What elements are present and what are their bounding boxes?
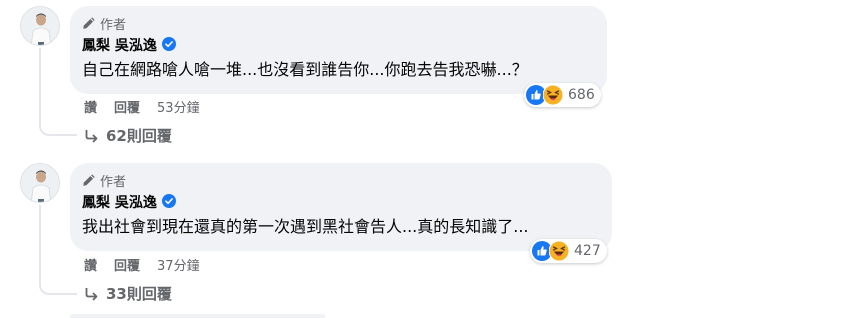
- pencil-icon: [83, 174, 95, 186]
- reaction-summary[interactable]: 686: [524, 83, 601, 107]
- thread-line: [39, 48, 41, 124]
- author-badge: 作者: [82, 14, 595, 33]
- profile-photo-icon: [21, 7, 59, 45]
- author-name[interactable]: 鳳梨 吳泓逸: [82, 35, 157, 55]
- reply-button[interactable]: 回覆: [114, 255, 140, 274]
- verified-badge-icon: [161, 193, 176, 212]
- reaction-summary[interactable]: 427: [530, 239, 607, 263]
- view-replies-button[interactable]: 62則回覆: [84, 125, 172, 146]
- author-name[interactable]: 鳳梨 吳泓逸: [82, 192, 157, 212]
- profile-photo-icon: [21, 164, 59, 202]
- author-badge-label: 作者: [100, 174, 127, 190]
- replies-count-label: 62則回覆: [106, 127, 172, 145]
- thread-line: [39, 205, 41, 283]
- reply-arrow-icon: [85, 287, 98, 301]
- reaction-count: 427: [574, 243, 601, 259]
- reaction-count: 686: [568, 87, 595, 103]
- comment-bubble: 作者 鳳梨 吳泓逸 自己在網路嗆人嗆一堆...也沒看到誰告你...你跑去告我恐嚇…: [70, 6, 607, 94]
- avatar[interactable]: [20, 6, 60, 46]
- next-comment-edge: [70, 314, 325, 318]
- like-button[interactable]: 讚: [84, 255, 97, 274]
- thread-elbow: [39, 124, 77, 136]
- haha-reaction-icon: [548, 240, 570, 262]
- comment-bubble: 作者 鳳梨 吳泓逸 我出社會到現在還真的第一次遇到黑社會告人...真的長知識了.…: [70, 163, 612, 251]
- replies-count-label: 33則回覆: [106, 285, 172, 303]
- timestamp[interactable]: 53分鐘: [157, 97, 200, 116]
- verified-badge-icon: [161, 36, 176, 55]
- author-badge-label: 作者: [100, 17, 127, 33]
- comment-actions: 讚 回覆 53分鐘: [84, 97, 200, 116]
- haha-reaction-icon: [542, 84, 564, 106]
- author-badge: 作者: [82, 171, 600, 190]
- thread-elbow: [39, 283, 77, 295]
- comment-actions: 讚 回覆 37分鐘: [84, 255, 200, 274]
- view-replies-button[interactable]: 33則回覆: [84, 283, 172, 304]
- timestamp[interactable]: 37分鐘: [157, 255, 200, 274]
- avatar[interactable]: [20, 163, 60, 203]
- comment-text: 我出社會到現在還真的第一次遇到黑社會告人...真的長知識了...: [82, 217, 529, 236]
- like-button[interactable]: 讚: [84, 97, 97, 116]
- comment-text: 自己在網路嗆人嗆一堆...也沒看到誰告你...你跑去告我恐嚇...？: [82, 60, 528, 79]
- reply-button[interactable]: 回覆: [114, 97, 140, 116]
- reply-arrow-icon: [85, 129, 98, 143]
- pencil-icon: [83, 17, 95, 29]
